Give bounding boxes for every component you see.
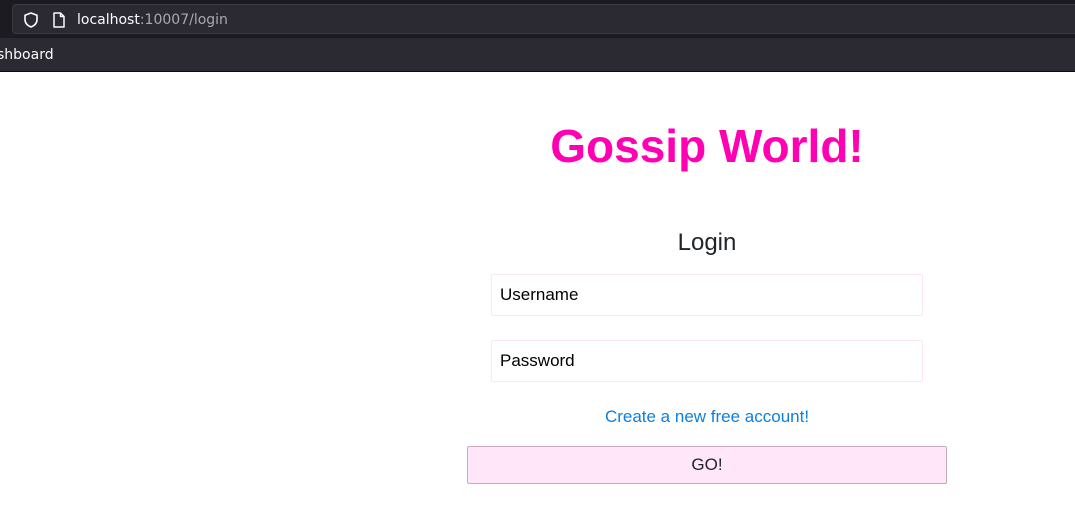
url-host: localhost [77,12,140,28]
url-text[interactable]: localhost:10007/login [77,11,228,29]
go-button[interactable]: GO! [467,446,947,484]
site-title: Gossip World! [550,120,864,172]
create-account-link[interactable]: Create a new free account! [440,407,974,427]
browser-chrome: localhost:10007/login shboard [0,0,1075,72]
url-path: :10007/login [139,12,228,28]
page-icon [51,11,67,29]
bookmarks-toolbar: shboard [0,38,1075,71]
browser-toolbar: localhost:10007/login [0,0,1075,38]
username-input[interactable] [491,274,923,316]
login-heading: Login [677,229,737,256]
address-bar[interactable]: localhost:10007/login [12,4,1075,34]
shield-icon[interactable] [22,11,40,29]
bookmark-dashboard[interactable]: shboard [0,46,54,64]
password-input[interactable] [491,340,923,382]
